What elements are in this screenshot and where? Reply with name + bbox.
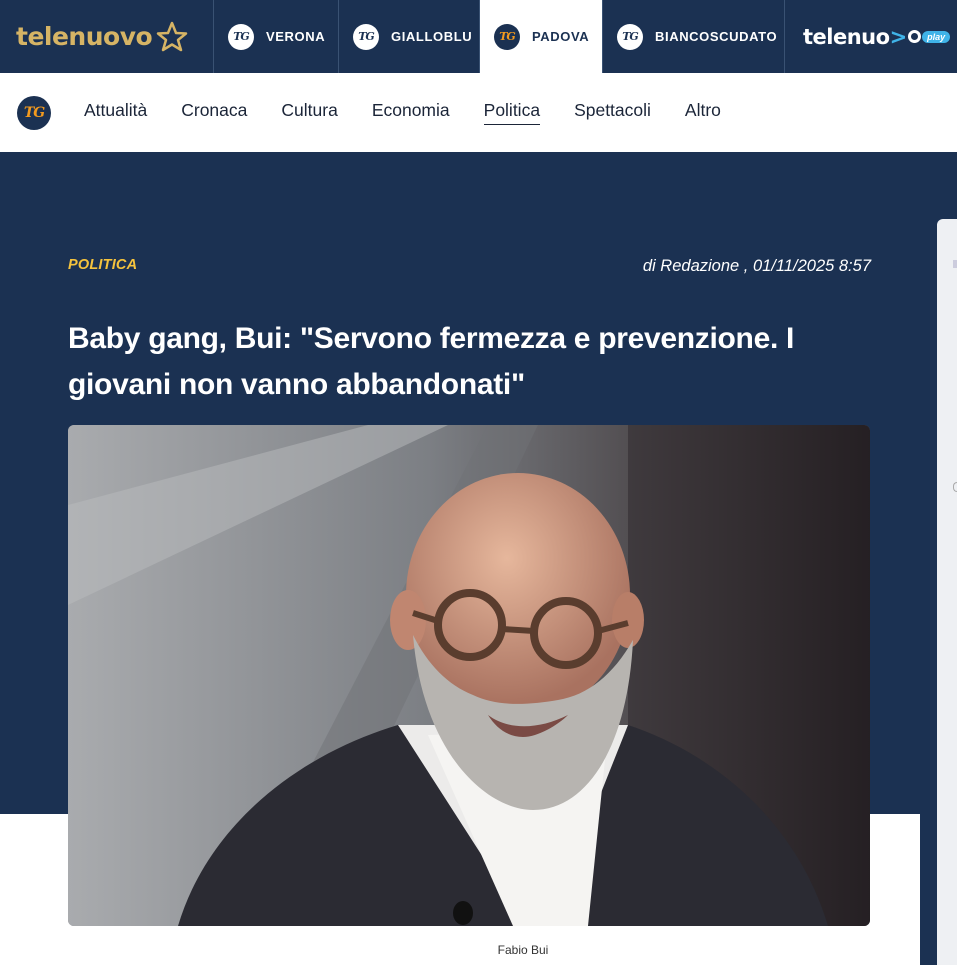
article-photo (68, 425, 870, 926)
nav-item-cultura[interactable]: Cultura (281, 100, 337, 125)
channel-bar: telenuovo TG VERONA TG GIALLOBLU TG PADO… (0, 0, 957, 73)
tg-logo-icon: TG (353, 23, 379, 50)
channel-tab-padova[interactable]: TG PADOVA (480, 0, 603, 73)
sidebar-edge-mark (953, 260, 957, 268)
tg-home-logo[interactable]: TG (17, 95, 51, 130)
nav-item-altro[interactable]: Altro (685, 100, 721, 125)
telenuovo-logo[interactable]: telenuovo (0, 0, 214, 73)
article-byline: di Redazione , 01/11/2025 8:57 (642, 257, 871, 275)
play-brand-name: telenuo (803, 24, 890, 49)
arrow-icon: > (889, 24, 908, 49)
sidebar-edge-control[interactable] (953, 482, 957, 492)
play-badge: play (922, 30, 951, 43)
telenuovo-play-logo[interactable]: telenuo > play (785, 0, 957, 73)
tg-logo-icon: TG (228, 23, 254, 50)
sidebar-panel (937, 219, 957, 965)
portrait-image (68, 425, 870, 926)
article-title: Baby gang, Bui: "Servono fermezza e prev… (68, 322, 795, 401)
nav-item-politica[interactable]: Politica (483, 100, 541, 125)
channel-label: VERONA (266, 29, 326, 44)
channel-tab-gialloblu[interactable]: TG GIALLOBLU (339, 0, 480, 73)
photo-caption: Fabio Bui (497, 943, 549, 957)
channel-tab-verona[interactable]: TG VERONA (214, 0, 339, 73)
article-category[interactable]: POLITICA (68, 257, 137, 273)
channel-label: BIANCOSCUDATO (655, 29, 778, 44)
circle-icon (908, 30, 922, 43)
section-menu: Attualità Cronaca Cultura Economia Polit… (84, 100, 755, 125)
tg-logo-icon: TG (617, 23, 643, 50)
channel-label: GIALLOBLU (391, 29, 473, 44)
nav-item-economia[interactable]: Economia (372, 100, 450, 125)
tg-logo-icon: TG (494, 23, 520, 50)
channel-label: PADOVA (532, 29, 590, 44)
star-icon (156, 21, 188, 51)
nav-item-spettacoli[interactable]: Spettacoli (574, 100, 651, 125)
brand-name: telenuovo (16, 22, 153, 51)
nav-item-cronaca[interactable]: Cronaca (181, 100, 247, 125)
channel-tab-biancoscudato[interactable]: TG BIANCOSCUDATO (603, 0, 785, 73)
section-nav: TG Attualità Cronaca Cultura Economia Po… (0, 73, 957, 152)
nav-item-attualita[interactable]: Attualità (84, 100, 147, 125)
